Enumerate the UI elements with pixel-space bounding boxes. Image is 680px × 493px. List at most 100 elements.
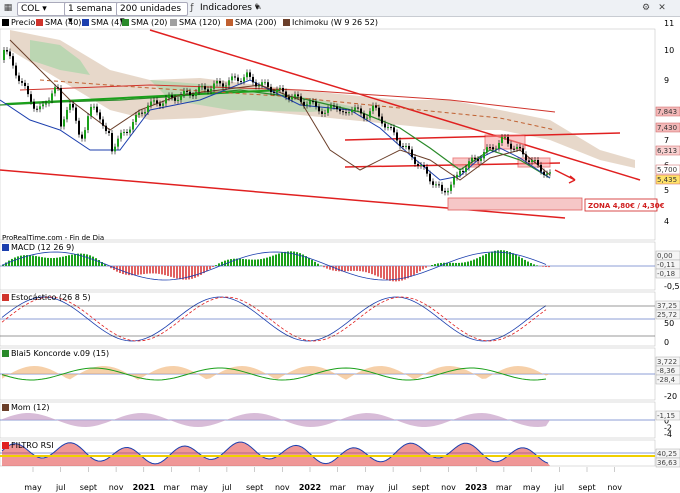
price-axis-label: 5 [664, 186, 669, 195]
candle-body [231, 76, 233, 81]
macd-bar [32, 255, 34, 266]
candle-body [6, 49, 8, 52]
candle-body [363, 113, 365, 119]
candle-body [144, 111, 146, 114]
candle-body [171, 95, 173, 98]
candle-body [522, 148, 524, 155]
candle-body [327, 108, 329, 113]
macd-bar [452, 262, 454, 266]
candle-body [138, 112, 140, 115]
candle-body [234, 76, 236, 78]
macd-bar [98, 260, 100, 266]
candle-body [543, 171, 545, 175]
candle-body [156, 100, 158, 104]
macd-bar [41, 257, 43, 266]
candle-body [21, 81, 23, 83]
macd-bar [59, 257, 61, 266]
chart-canvas[interactable]: ZONA 4,80€ / 4,30€ 1110987654 7,8437,430… [0, 0, 680, 493]
candle-body [417, 163, 419, 166]
price-axis-label: 9 [664, 76, 669, 85]
candle-body [90, 106, 92, 117]
panel-title[interactable]: Blai5 Koncorde v.09 (15) [2, 349, 109, 359]
candle-body [456, 174, 458, 178]
time-axis-label: jul [387, 483, 398, 492]
candle-body [303, 101, 305, 106]
macd-bar [353, 266, 355, 271]
macd-bar [248, 259, 250, 266]
macd-bar [14, 257, 16, 266]
panel-title[interactable]: MACD (12 26 9) [2, 243, 74, 253]
candle-body [258, 85, 260, 87]
candle-body [261, 82, 263, 86]
candle-body [441, 184, 443, 191]
candle-body [480, 158, 482, 161]
candle-body [165, 98, 167, 104]
panel-tag-label: -1,15 [657, 412, 675, 420]
candle-body [9, 51, 11, 57]
candle-body [30, 94, 32, 102]
panel-tag-label: 25,72 [657, 311, 677, 319]
candle-body [204, 86, 206, 90]
macd-bar [53, 257, 55, 266]
panel-title[interactable]: Mom (12) [2, 403, 50, 413]
candle-body [57, 87, 59, 89]
time-axis-label: sept [578, 483, 595, 492]
macd-bar [275, 254, 277, 266]
macd-bar [362, 266, 364, 272]
macd-bar [338, 266, 340, 272]
candle-body [315, 101, 317, 107]
macd-bar [167, 266, 169, 276]
price-axis: 1110987654 [664, 19, 674, 226]
candle-body [390, 127, 392, 129]
macd-bar [137, 266, 139, 275]
candle-body [510, 143, 512, 149]
macd-bar [146, 266, 148, 274]
candle-body [270, 86, 272, 92]
candle-body [495, 148, 497, 150]
macd-bar [170, 266, 172, 277]
macd-bar [95, 258, 97, 266]
macd-bar [287, 251, 289, 266]
time-axis-label: sept [246, 483, 263, 492]
candle-body [306, 104, 308, 106]
candle-body [531, 160, 533, 163]
candle-body [402, 145, 404, 147]
macd-bar [284, 251, 286, 266]
panel-tag-label: -0,11 [657, 261, 675, 269]
candle-body [468, 161, 470, 168]
macd-bar [311, 259, 313, 266]
macd-bar [197, 266, 199, 277]
price-tag-label: 7,843 [657, 108, 677, 116]
time-axis-label: nov [109, 483, 124, 492]
candle-body [225, 85, 227, 87]
time-axis-label: nov [441, 483, 456, 492]
candle-body [429, 173, 431, 182]
candle-body [282, 88, 284, 92]
candle-body [360, 108, 362, 114]
candle-body [351, 109, 353, 113]
time-axis-label: 2023 [465, 483, 487, 492]
macd-bar [533, 264, 535, 266]
panel-tag-label: -28,4 [657, 376, 676, 384]
candle-body [246, 72, 248, 78]
macd-bar [365, 266, 367, 273]
macd-bar [176, 266, 178, 279]
macd-bar [491, 251, 493, 266]
candle-body [312, 101, 314, 103]
candle-body [423, 164, 425, 167]
zone-annotation: ZONA 4,80€ / 4,30€ [588, 202, 665, 210]
time-axis-label: 2022 [299, 483, 321, 492]
candle-body [78, 120, 80, 135]
panel-tag-label: 3,722 [657, 358, 677, 366]
candle-body [279, 88, 281, 90]
macd-bar [380, 266, 382, 278]
macd-bar [269, 256, 271, 266]
panel-title[interactable]: FILTRO RSI [2, 441, 54, 451]
candle-body [249, 72, 251, 77]
macd-bar [512, 253, 514, 266]
candle-body [450, 184, 452, 191]
candle-body [288, 97, 290, 100]
macd-bar [257, 259, 259, 266]
macd-bar [230, 259, 232, 266]
panel-title[interactable]: Estocástico (26 8 5) [2, 293, 91, 303]
